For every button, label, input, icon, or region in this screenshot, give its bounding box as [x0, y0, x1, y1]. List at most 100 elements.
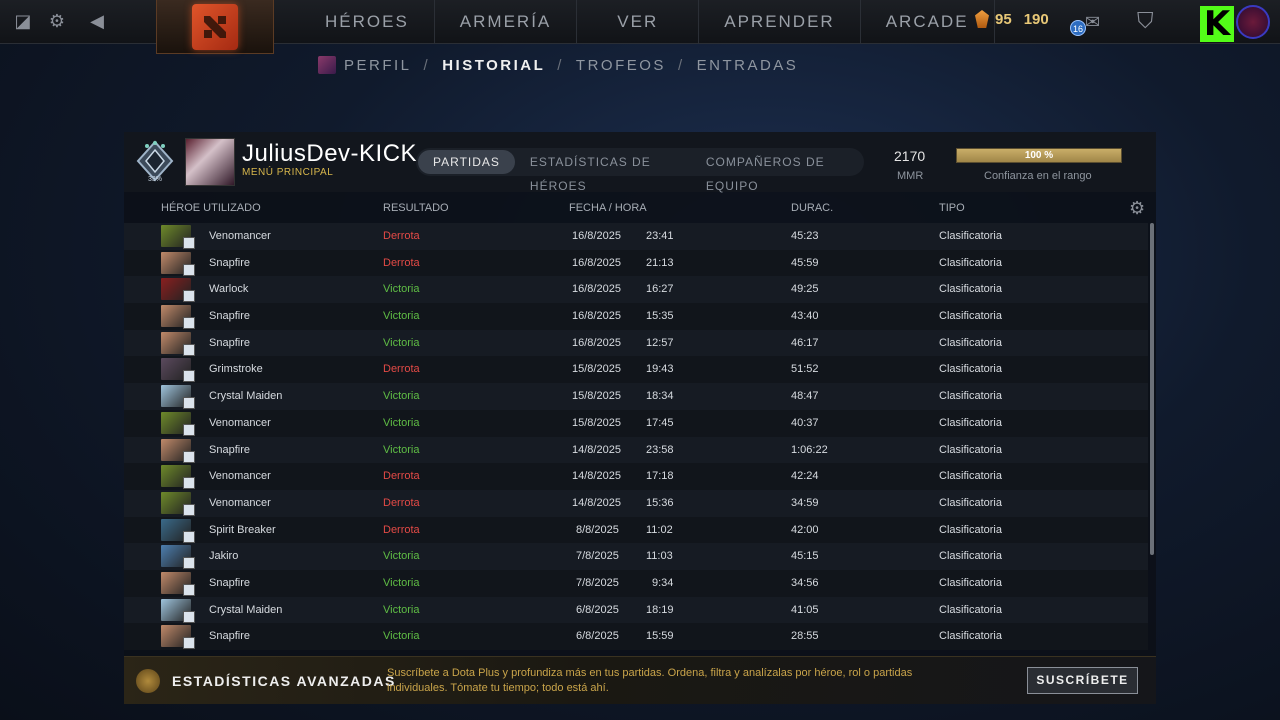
match-date: 8/8/2025 [576, 523, 619, 536]
subnav-separator: / [423, 56, 431, 74]
table-row[interactable]: Venomancer Derrota 14/8/2025 17:18 42:24 Clas… [124, 463, 1148, 490]
table-row[interactable]: Spirit Breaker Derrota 8/8/2025 11:02 42:00 C… [124, 516, 1148, 544]
match-result: Victoria [383, 336, 420, 349]
gear-icon[interactable]: ⚙ [40, 11, 74, 32]
table-row[interactable]: Venomancer Derrota 14/8/2025 15:36 34:59 Clas… [124, 489, 1148, 517]
match-type: Clasificatoria [939, 336, 1002, 349]
hero-icon [161, 385, 195, 410]
subnav-trophies[interactable]: TROFEOS [576, 57, 666, 74]
scrollbar[interactable] [1150, 223, 1154, 555]
table-row[interactable]: Jakiro Victoria 7/8/2025 11:03 45:15 Clasific… [124, 543, 1148, 570]
avatar[interactable] [1236, 5, 1270, 39]
nav-armory[interactable]: ARMERÍA [435, 0, 578, 44]
armory-icon[interactable]: ⛉ [1137, 8, 1154, 34]
dota-emblem-icon [192, 3, 238, 50]
back-arrow-icon[interactable]: ◀ [80, 11, 114, 32]
table-row[interactable]: Snapfire Victoria 6/8/2025 15:59 28:55 Clasif… [124, 623, 1148, 650]
mail-icon[interactable]: ✉ [1085, 12, 1100, 33]
match-duration: 1:06:22 [791, 443, 828, 456]
shards-count: 95 [995, 10, 1012, 28]
hero-name: Warlock [209, 283, 249, 296]
match-history-panel: 33% JuliusDev-KICK MENÚ PRINCIPAL PARTID… [124, 132, 1156, 704]
hero-name: Snapfire [209, 310, 250, 323]
hero-name: Grimstroke [209, 363, 263, 376]
hero-icon [161, 625, 195, 650]
col-date[interactable]: FECHA / HORA [569, 202, 647, 214]
table-row[interactable]: Warlock Victoria 16/8/2025 16:27 49:25 Clasif… [124, 276, 1148, 304]
table-row[interactable]: Crystal Maiden Victoria 15/8/2025 18:34 48:4… [124, 383, 1148, 410]
confidence-text: 100 % [1024, 150, 1054, 161]
dashboard-button[interactable] [156, 0, 274, 54]
match-date: 16/8/2025 [572, 230, 621, 242]
table-row[interactable]: Snapfire Victoria 16/8/2025 15:35 43:40 Clasi… [124, 303, 1148, 330]
confidence-label: Confianza en el rango [984, 170, 1092, 182]
match-time: 17:18 [646, 470, 674, 483]
table-row[interactable]: Grimstroke Derrota 15/8/2025 19:43 51:52 Clas… [124, 356, 1148, 384]
subscribe-button[interactable]: SUSCRÍBETE [1027, 667, 1138, 694]
tab-hero-stats[interactable]: ESTADÍSTICAS DE HÉROES [515, 150, 691, 193]
match-type: Clasificatoria [939, 496, 1002, 509]
col-result[interactable]: RESULTADO [383, 202, 449, 214]
match-duration: 45:59 [791, 256, 819, 269]
table-row[interactable]: Snapfire Victoria 16/8/2025 12:57 46:17 Clasi… [124, 329, 1148, 357]
nav-heroes[interactable]: HÉROES [300, 0, 435, 44]
match-date: 7/8/2025 [576, 576, 619, 589]
subnav-entries[interactable]: ENTRADAS [697, 57, 799, 74]
history-tabs: PARTIDAS ESTADÍSTICAS DE HÉROES COMPAÑER… [416, 148, 864, 193]
tab-matches[interactable]: PARTIDAS [418, 150, 515, 174]
match-time: 21:13 [646, 256, 674, 269]
match-result: Derrota [383, 523, 420, 536]
match-time: 23:41 [646, 230, 674, 242]
hero-name: Snapfire [209, 443, 250, 456]
match-time: 12:57 [646, 336, 674, 349]
match-time: 15:35 [646, 310, 674, 323]
promo-text: Suscríbete a Dota Plus y profundiza más … [387, 667, 913, 694]
kick-logo: K [1200, 6, 1234, 42]
currency-display[interactable]: 95 190 [975, 10, 1049, 28]
notification-badge[interactable]: 16 [1070, 20, 1086, 36]
hero-name: Venomancer [209, 230, 271, 242]
table-row[interactable]: Venomancer Derrota 16/8/2025 23:41 45:23 Clas… [124, 223, 1148, 250]
match-type: Clasificatoria [939, 550, 1002, 563]
mmr-label: MMR [897, 170, 924, 182]
table-row[interactable]: Venomancer Victoria 15/8/2025 17:45 40:37 Cla… [124, 409, 1148, 437]
match-date: 16/8/2025 [572, 310, 621, 323]
match-type: Clasificatoria [939, 630, 1002, 643]
col-duration[interactable]: DURAC. [791, 202, 833, 214]
match-date: 14/8/2025 [572, 443, 621, 456]
subnav-history[interactable]: HISTORIAL [442, 57, 545, 74]
tab-teammates[interactable]: COMPAÑEROS DE EQUIPO [691, 150, 862, 193]
match-type: Clasificatoria [939, 363, 1002, 376]
mmr-value: 2170 [894, 148, 926, 164]
player-portrait[interactable] [185, 138, 235, 186]
table-row[interactable]: Snapfire Derrota 16/8/2025 21:13 45:59 Clasif… [124, 249, 1148, 277]
subnav-profile[interactable]: PERFIL [344, 57, 412, 74]
match-duration: 49:25 [791, 283, 819, 296]
hero-icon [161, 545, 195, 570]
col-type[interactable]: TIPO [939, 202, 965, 214]
match-type: Clasificatoria [939, 443, 1002, 456]
match-result: Derrota [383, 230, 420, 242]
table-row[interactable]: Crystal Maiden Victoria 6/8/2025 18:19 41:05… [124, 596, 1148, 624]
col-hero[interactable]: HÉROE UTILIZADO [161, 202, 261, 214]
profile-mini-avatar [318, 56, 336, 74]
match-duration: 42:24 [791, 470, 819, 483]
match-result: Victoria [383, 603, 420, 616]
match-duration: 51:52 [791, 363, 819, 376]
gold-count: 190 [1023, 10, 1049, 28]
nav-learn[interactable]: APRENDER [699, 0, 861, 44]
match-result: Derrota [383, 496, 420, 509]
hero-name: Snapfire [209, 336, 250, 349]
match-result: Victoria [383, 310, 420, 323]
match-type: Clasificatoria [939, 416, 1002, 429]
table-row[interactable]: Snapfire Victoria 7/8/2025 9:34 34:56 Clasifi… [124, 569, 1148, 597]
nav-watch[interactable]: VER [577, 0, 700, 44]
hero-name: Snapfire [209, 256, 250, 269]
table-row[interactable]: Snapfire Victoria 14/8/2025 23:58 1:06:22 Cla… [124, 436, 1148, 464]
match-type: Clasificatoria [939, 470, 1002, 483]
hero-name: Spirit Breaker [209, 523, 276, 536]
match-type: Clasificatoria [939, 523, 1002, 536]
settings-icon[interactable]: ⚙ [1129, 198, 1145, 219]
dota-logo-icon[interactable]: ◪ [6, 11, 40, 32]
player-status: MENÚ PRINCIPAL [242, 167, 334, 178]
